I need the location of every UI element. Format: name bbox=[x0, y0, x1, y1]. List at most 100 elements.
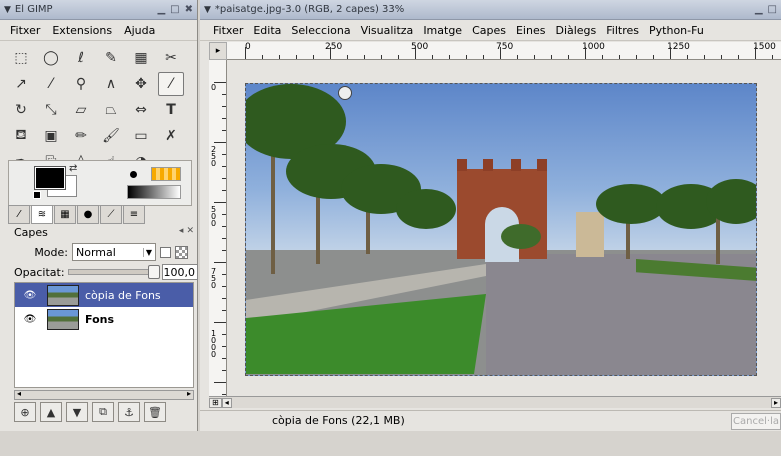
keep-transparency-checkbox[interactable] bbox=[160, 246, 171, 258]
dock-menu-icon[interactable]: ◂ bbox=[179, 226, 184, 239]
default-colors-icon[interactable] bbox=[33, 191, 41, 199]
raise-layer-button[interactable]: ▲ bbox=[40, 402, 62, 422]
swap-colors-icon[interactable]: ⇄ bbox=[69, 163, 77, 174]
paths-icon[interactable]: ↗ bbox=[8, 72, 34, 96]
opacity-slider-handle[interactable] bbox=[148, 265, 160, 279]
pencil-icon[interactable]: ✏ bbox=[68, 124, 94, 148]
cancel-button[interactable]: Cancel·la bbox=[731, 413, 781, 430]
scroll-left-icon[interactable]: ◂ bbox=[221, 397, 232, 408]
menu-capes[interactable]: Capes bbox=[467, 24, 511, 37]
airbrush-icon[interactable]: ✗ bbox=[158, 124, 184, 148]
pattern-preview[interactable] bbox=[151, 167, 181, 181]
list-item[interactable]: 👁 còpia de Fons bbox=[15, 283, 193, 307]
scroll-right-icon[interactable]: ▸ bbox=[770, 397, 781, 408]
bucket-fill-icon[interactable]: ⛾ bbox=[8, 124, 34, 148]
measure-icon[interactable]: ∧ bbox=[98, 72, 124, 96]
gradient-preview[interactable] bbox=[127, 185, 181, 199]
status-bar: còpia de Fons (22,1 MB) Cancel·la bbox=[200, 410, 781, 431]
paintbrush-icon[interactable]: 🖌 bbox=[98, 124, 124, 148]
maximize-icon[interactable]: □ bbox=[170, 4, 179, 15]
opacity-spinbox[interactable]: 100,0 bbox=[162, 264, 198, 280]
menu-dialegs[interactable]: Diàlegs bbox=[550, 24, 601, 37]
lasso-icon[interactable]: ℓ bbox=[68, 46, 94, 70]
ruler-tick bbox=[222, 94, 226, 95]
lower-layer-button[interactable]: ▼ bbox=[66, 402, 88, 422]
layers-hscrollbar[interactable]: ◂ ▸ bbox=[14, 389, 194, 400]
scissors-icon[interactable]: ✂ bbox=[158, 46, 184, 70]
menu-imatge[interactable]: Imatge bbox=[418, 24, 467, 37]
nav-icon[interactable]: ⊞ bbox=[209, 397, 222, 408]
dock-tabs: ⁄ ≋ ▦ ● ⟋ ≡ bbox=[8, 205, 192, 225]
ruler-tick bbox=[222, 358, 226, 359]
ruler-tick bbox=[222, 190, 226, 191]
image-titlebar[interactable]: ▼ *paisatge.jpg-3.0 (RGB, 2 capes) 33% ▁… bbox=[200, 0, 781, 20]
crop-icon[interactable]: ⁄ bbox=[158, 72, 184, 96]
horizontal-ruler[interactable]: 0 250 500 750 1000 1250 1500 bbox=[227, 42, 781, 60]
minimize-icon[interactable]: ▁ bbox=[157, 4, 165, 15]
new-layer-button[interactable]: ⊕ bbox=[14, 402, 36, 422]
tab-layers-icon[interactable]: ≋ bbox=[31, 205, 53, 224]
ruler-tick bbox=[296, 55, 297, 59]
tab-channels-icon[interactable]: ≡ bbox=[123, 205, 145, 224]
zoom-icon[interactable]: ⚲ bbox=[68, 72, 94, 96]
perspective-icon[interactable]: ⏢ bbox=[98, 98, 124, 122]
ruler-tick bbox=[222, 118, 226, 119]
tab-brushes-icon[interactable]: ● bbox=[77, 205, 99, 224]
eraser-icon[interactable]: ▭ bbox=[128, 124, 154, 148]
ruler-tick bbox=[222, 178, 226, 179]
color-select-icon[interactable]: ▦ bbox=[128, 46, 154, 70]
layer-thumbnail bbox=[47, 284, 79, 306]
scroll-left-icon[interactable]: ◂ bbox=[17, 389, 21, 398]
fuzzy-select-icon[interactable]: ✎ bbox=[98, 46, 124, 70]
mode-select[interactable]: Normal ▼ bbox=[72, 243, 156, 261]
duplicate-layer-button[interactable]: ⧉ bbox=[92, 402, 114, 422]
menu-filtres[interactable]: Filtres bbox=[601, 24, 644, 37]
foreground-color-swatch[interactable] bbox=[34, 166, 66, 190]
vertical-ruler[interactable]: 0 250 500 750 1000 bbox=[209, 60, 227, 396]
menu-ajuda[interactable]: Ajuda bbox=[118, 24, 161, 37]
menu-edita[interactable]: Edita bbox=[248, 24, 286, 37]
image-canvas[interactable] bbox=[245, 83, 757, 376]
close-icon[interactable]: ✖ bbox=[185, 4, 193, 15]
blend-icon[interactable]: ▣ bbox=[38, 124, 64, 148]
ruler-tick bbox=[483, 55, 484, 59]
color-picker-icon[interactable]: ⁄ bbox=[38, 72, 64, 96]
menu-selecciona[interactable]: Selecciona bbox=[286, 24, 355, 37]
rotate-icon[interactable]: ↻ bbox=[8, 98, 34, 122]
tab-paths-icon[interactable]: ⟋ bbox=[100, 205, 122, 224]
canvas-area[interactable] bbox=[227, 60, 781, 396]
tab-patterns-icon[interactable]: ▦ bbox=[54, 205, 76, 224]
anchor-layer-button[interactable]: ⚓ bbox=[118, 402, 140, 422]
visibility-eye-icon[interactable]: 👁 bbox=[19, 314, 41, 325]
shear-icon[interactable]: ▱ bbox=[68, 98, 94, 122]
opacity-slider[interactable] bbox=[67, 265, 160, 279]
window-menu-icon[interactable]: ▼ bbox=[204, 5, 211, 15]
brush-preview[interactable] bbox=[123, 167, 143, 181]
rect-select-icon[interactable]: ⬚ bbox=[8, 46, 34, 70]
scroll-right-icon[interactable]: ▸ bbox=[187, 389, 191, 398]
list-item[interactable]: 👁 Fons bbox=[15, 307, 193, 331]
minimize-icon[interactable]: ▁ bbox=[755, 4, 763, 15]
menu-python-fu[interactable]: Python-Fu bbox=[644, 24, 709, 37]
menu-extensions[interactable]: Extensions bbox=[46, 24, 118, 37]
tab-tool-options-icon[interactable]: ⁄ bbox=[8, 205, 30, 224]
window-menu-icon[interactable]: ▼ bbox=[4, 5, 11, 15]
scale-icon[interactable]: ⤡ bbox=[38, 98, 64, 122]
toolbox-titlebar[interactable]: ▼ El GIMP ▁ □ ✖ bbox=[0, 0, 197, 20]
flip-icon[interactable]: ⇔ bbox=[128, 98, 154, 122]
ruler-tick bbox=[432, 55, 433, 59]
dock-close-icon[interactable]: ✕ bbox=[186, 226, 194, 239]
horizontal-scrollbar[interactable]: ⊞ ◂ ▸ bbox=[209, 396, 781, 408]
menu-visualitza[interactable]: Visualitza bbox=[356, 24, 419, 37]
menu-fitxer[interactable]: Fitxer bbox=[4, 24, 46, 37]
opacity-row: Opacitat: 100,0 bbox=[14, 264, 198, 280]
menu-arrow-icon[interactable]: ▸ bbox=[209, 42, 227, 60]
visibility-eye-icon[interactable]: 👁 bbox=[19, 290, 41, 301]
delete-layer-button[interactable]: 🗑 bbox=[144, 402, 166, 422]
text-icon[interactable]: T bbox=[158, 98, 184, 122]
maximize-icon[interactable]: □ bbox=[768, 4, 777, 15]
ellipse-select-icon[interactable]: ◯ bbox=[38, 46, 64, 70]
menu-eines[interactable]: Eines bbox=[511, 24, 550, 37]
move-icon[interactable]: ✥ bbox=[128, 72, 154, 96]
menu-fitxer[interactable]: Fitxer bbox=[208, 24, 248, 37]
